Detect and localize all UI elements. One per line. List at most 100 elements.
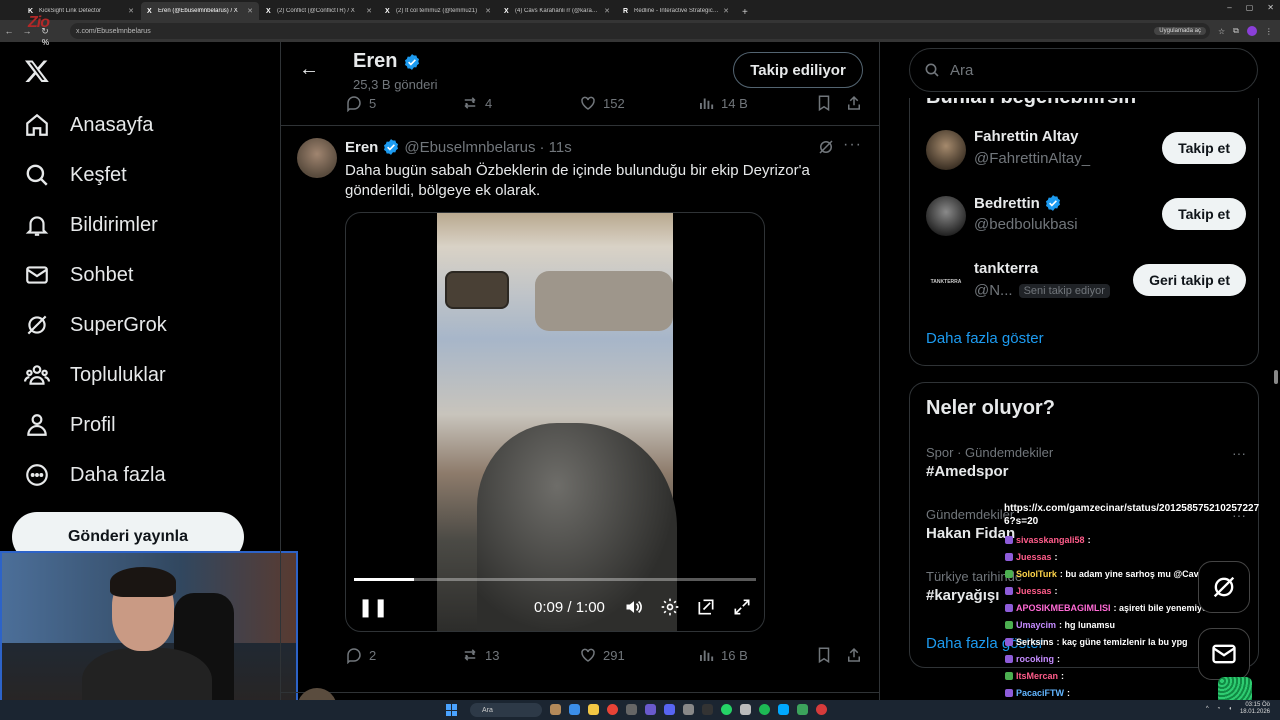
discord-icon[interactable] [664, 704, 675, 715]
close-window-icon[interactable]: ✕ [1267, 3, 1274, 12]
taskbar-app-icon[interactable] [683, 704, 694, 715]
more-options-icon[interactable]: ··· [843, 136, 862, 154]
tab-label: (2) Conflict (@ConflictTR) / X [277, 8, 355, 14]
browser-tab[interactable]: X (2) It col temmuz (@temmuz1) ✕ [379, 2, 497, 20]
verified-badge-icon [405, 53, 420, 70]
taskbar-clock[interactable]: 03:15 Öö 18.01.2026 [1240, 702, 1270, 716]
bookmark-icon[interactable] [815, 646, 833, 664]
suggestion-item[interactable]: Fahrettin Altay @FahrettinAltay_ Takip e… [926, 126, 1246, 172]
taskbar-search[interactable]: Ara [470, 703, 542, 717]
avatar[interactable] [297, 138, 337, 178]
minimize-icon[interactable]: – [1227, 3, 1231, 12]
wifi-icon[interactable]: ◔ [1217, 706, 1221, 712]
show-more-link[interactable]: Daha fazla göster [926, 330, 1044, 347]
tab-close-icon[interactable]: ✕ [723, 7, 729, 15]
follow-button[interactable]: Takip et [1162, 132, 1246, 164]
open-in-app-chip[interactable]: Uygulamada aç [1154, 27, 1206, 35]
share-icon[interactable] [845, 94, 863, 112]
reply-action[interactable]: 2 [345, 646, 376, 664]
messages-fab-button[interactable] [1198, 628, 1250, 680]
follow-back-button[interactable]: Geri takip et [1133, 264, 1246, 296]
nav-item-explore[interactable]: Keşfet [24, 162, 127, 188]
taskbar-app-icon[interactable] [797, 704, 808, 715]
url-field[interactable]: x.com/Ebuselmnbelarus Uygulamada aç [70, 23, 1210, 39]
views-action[interactable]: 16 B [697, 646, 748, 664]
avatar[interactable] [926, 196, 966, 236]
browser-tab[interactable]: X (2) Conflict (@ConflictTR) / X ✕ [260, 2, 378, 20]
obs-icon[interactable] [816, 704, 827, 715]
like-action[interactable]: 152 [579, 94, 625, 112]
back-nav-icon[interactable]: ← [0, 26, 18, 36]
volume-tray-icon[interactable]: ◖ [1228, 706, 1232, 712]
nav-item-chat[interactable]: Sohbet [24, 262, 133, 288]
follow-button[interactable]: Takip et [1162, 198, 1246, 230]
video-player[interactable]: ❚❚ 0:09 / 1:00 [345, 212, 765, 632]
picture-in-picture-icon[interactable] [696, 597, 716, 617]
nav-item-more[interactable]: Daha fazla [24, 462, 166, 488]
chrome-icon[interactable] [607, 704, 618, 715]
tab-close-icon[interactable]: ✕ [128, 7, 134, 15]
grok-fab-button[interactable] [1198, 561, 1250, 613]
video-progress-bar[interactable] [354, 578, 756, 581]
browser-tab[interactable]: R Redline - Interactive Strategic M ✕ [617, 2, 735, 20]
tab-close-icon[interactable]: ✕ [366, 7, 372, 15]
scrollbar-thumb[interactable] [1274, 370, 1278, 384]
bookmark-icon[interactable] [815, 94, 833, 112]
tab-close-icon[interactable]: ✕ [485, 7, 491, 15]
volume-icon[interactable] [624, 597, 644, 617]
nav-item-home[interactable]: Anasayfa [24, 112, 153, 138]
taskbar-app-icon[interactable] [645, 704, 656, 715]
taskbar-app-icon[interactable] [626, 704, 637, 715]
tray-up-arrow-icon[interactable]: ^ [1206, 706, 1209, 712]
fullscreen-icon[interactable] [732, 597, 752, 617]
search-input[interactable]: Ara [909, 48, 1258, 92]
following-button[interactable]: Takip ediliyor [733, 52, 863, 88]
taskbar-app-icon[interactable] [740, 704, 751, 715]
taskbar-app-icon[interactable] [778, 704, 789, 715]
post-time[interactable]: · 11s [540, 139, 572, 156]
suggestion-item[interactable]: Bedrettin @bedbolukbasi Takip et [926, 192, 1246, 238]
taskbar-app-icon[interactable] [588, 704, 599, 715]
nav-item-profile[interactable]: Profil [24, 412, 116, 438]
taskbar-app-icon[interactable] [550, 704, 561, 715]
reply-action[interactable]: 5 [345, 94, 376, 112]
post-author-handle[interactable]: @Ebuselmnbelarus [404, 139, 535, 156]
tab-close-icon[interactable]: ✕ [604, 7, 610, 15]
nav-item-communities[interactable]: Topluluklar [24, 362, 166, 388]
suggestion-item[interactable]: TANKTERRA tankterra @N... Seni takip edi… [926, 258, 1246, 304]
extensions-icon[interactable]: ⧉ [1233, 26, 1239, 36]
views-action[interactable]: 14 B [697, 94, 748, 112]
back-arrow-icon[interactable]: ← [299, 58, 319, 81]
share-icon[interactable] [845, 646, 863, 664]
menu-icon[interactable]: ⋮ [1265, 27, 1273, 36]
pause-icon[interactable]: ❚❚ [358, 597, 388, 618]
tankterra-logo[interactable]: TANKTERRA [926, 262, 966, 302]
new-tab-icon[interactable]: + [736, 7, 754, 20]
avatar[interactable] [926, 130, 966, 170]
repost-action[interactable]: 13 [461, 646, 499, 664]
maximize-icon[interactable]: ▢ [1246, 3, 1254, 12]
browser-tab[interactable]: X Eren (@Ebuselmnbelarus) / X ✕ [141, 2, 259, 20]
taskbar-app-icon[interactable] [702, 704, 713, 715]
windows-start-icon[interactable] [446, 704, 458, 716]
like-action[interactable]: 291 [579, 646, 625, 664]
profile-avatar-icon[interactable] [1246, 26, 1257, 36]
trend-item[interactable]: Spor · Gündemdekiler #Amedspor ··· [926, 445, 1246, 480]
settings-gear-icon[interactable] [660, 597, 680, 617]
tab-favicon-icon: X [266, 7, 271, 15]
nav-item-notifications[interactable]: Bildirimler [24, 212, 158, 238]
grok-icon[interactable] [817, 138, 835, 156]
spotify-icon[interactable] [759, 704, 770, 715]
tab-close-icon[interactable]: ✕ [247, 7, 253, 15]
whatsapp-icon[interactable] [721, 704, 732, 715]
trend-more-icon[interactable]: ··· [1232, 445, 1246, 461]
chat-username: Umaycim [1016, 620, 1057, 630]
star-icon[interactable]: ☆ [1218, 27, 1225, 36]
browser-tab[interactable]: X (4) Cävs Karahänli rr (@karahan ✕ [498, 2, 616, 20]
nav-item-supergrok[interactable]: SuperGrok [24, 312, 167, 338]
chat-username: Juessas [1016, 552, 1052, 562]
post-author-name[interactable]: Eren [345, 139, 378, 156]
x-logo-icon[interactable] [24, 58, 50, 84]
taskbar-app-icon[interactable] [569, 704, 580, 715]
repost-action[interactable]: 4 [461, 94, 492, 112]
